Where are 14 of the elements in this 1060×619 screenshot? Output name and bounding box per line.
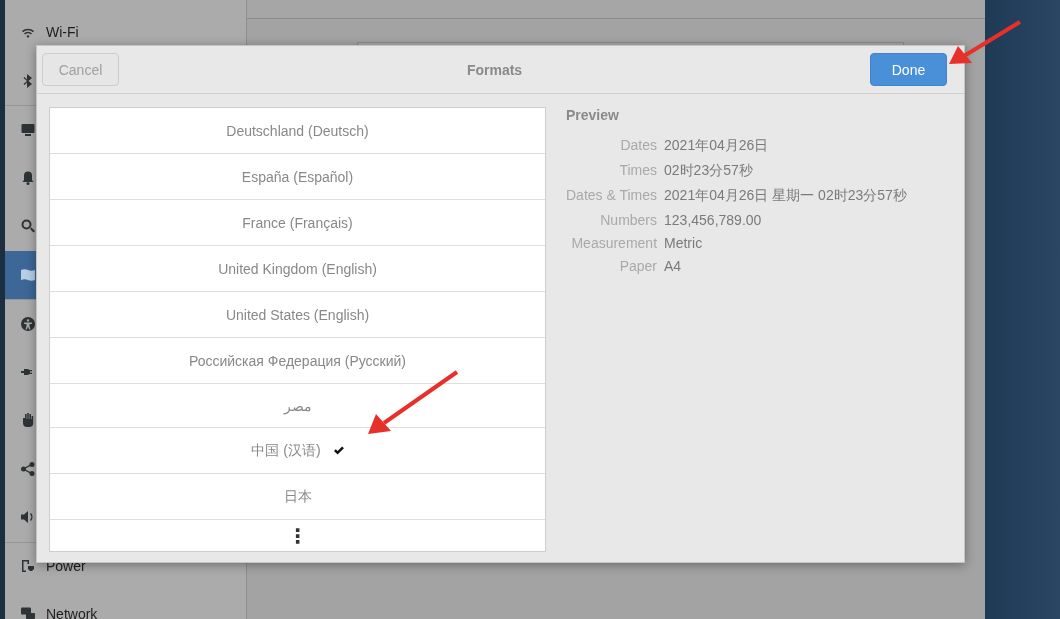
preview-value: Metric [664,235,704,251]
preview-label: Dates & Times [566,187,658,205]
preview-label: Dates [619,137,658,155]
preview-label: Paper [618,258,658,274]
preview-label: Numbers [599,212,658,228]
preview-value: 2021年04月26日 [664,137,770,155]
preview-value: A4 [664,258,683,274]
dialog-title: Formats [466,61,523,78]
preview-label: Measurement [570,235,658,251]
preview-value: 2021年04月26日 星期一 02时23分57秒 [664,187,907,205]
preview-value: 123,456,789.00 [664,212,763,228]
preview-heading: Preview [566,107,620,123]
preview-value: 02时23分57秒 [664,162,754,180]
preview-label: Times [618,162,658,180]
